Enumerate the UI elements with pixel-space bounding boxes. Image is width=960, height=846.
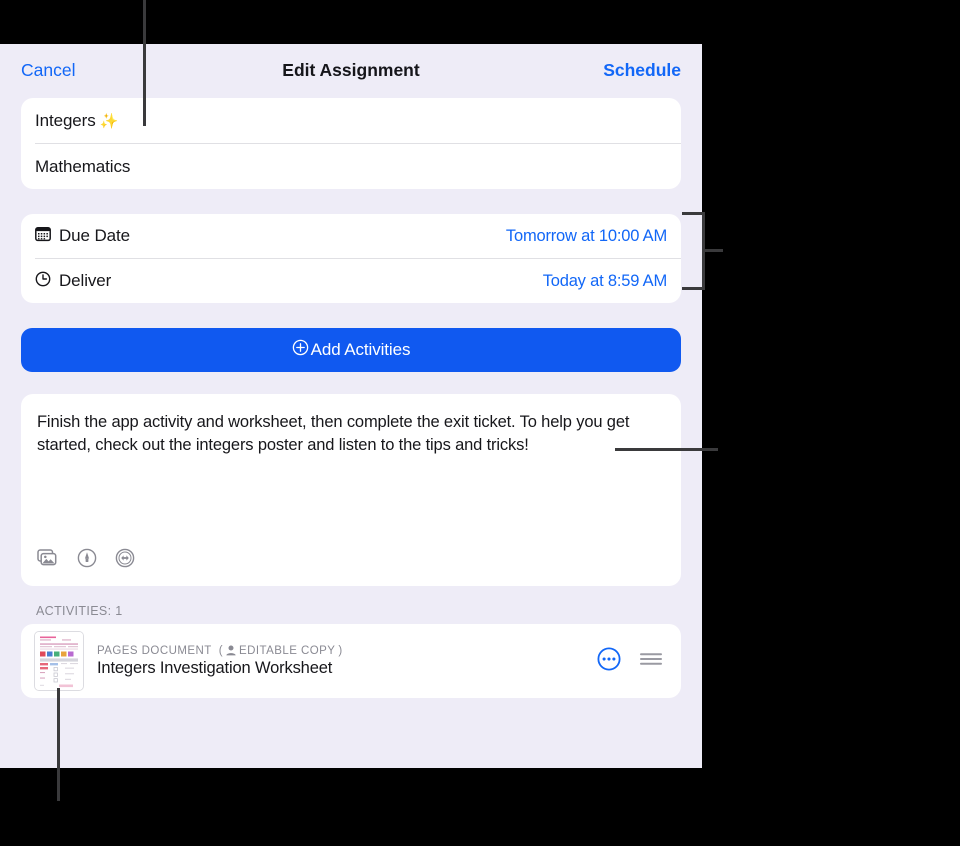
callout-line-title-field [143,0,146,126]
instructions-card[interactable]: Finish the app activity and worksheet, t… [21,394,681,586]
add-activities-button[interactable]: Add Activities [21,328,681,372]
deliver-label: Deliver [59,271,112,290]
callout-bracket-dates-bottom-arm [682,287,705,290]
due-date-row[interactable]: Due Date Tomorrow at 10:00 AM [21,214,681,258]
assignment-fields-card: Integers ✨ Mathematics [21,98,681,189]
paren-close: ) [338,644,343,657]
due-date-left-group: Due Date [35,226,130,247]
paren-open: ( [218,644,223,657]
plus-circle-icon [292,339,309,361]
instructions-text[interactable]: Finish the app activity and worksheet, t… [21,394,678,457]
photos-icon[interactable] [37,548,59,573]
deliver-value[interactable]: Today at 8:59 AM [543,272,667,291]
page-title: Edit Assignment [282,59,420,80]
activity-title: Integers Investigation Worksheet [97,658,333,677]
deliver-left-group: Deliver [35,271,111,292]
audio-icon[interactable] [115,548,135,573]
assignment-title-field[interactable]: Integers ✨ [21,98,681,143]
calendar-icon [35,226,51,247]
callout-line-instructions [615,448,718,451]
deliver-row[interactable]: Deliver Today at 8:59 AM [21,259,681,303]
editable-copy-badge: ( EDITABLE COPY ) [219,645,343,657]
reorder-handle-icon[interactable] [639,650,663,673]
cancel-button[interactable]: Cancel [21,60,75,81]
activity-actions [597,646,663,676]
assignment-subject-value: Mathematics [35,156,131,176]
due-date-label: Due Date [59,226,131,245]
assignment-dates-card: Due Date Tomorrow at 10:00 AM Deliver To… [21,214,681,303]
assignment-subject-field[interactable]: Mathematics [21,144,681,189]
editable-copy-label: EDITABLE COPY [239,644,336,657]
edit-assignment-sheet: Cancel Edit Assignment Schedule Integers… [0,44,702,768]
markup-icon[interactable] [77,548,97,573]
instructions-toolbar [37,548,135,573]
activity-details: PAGES DOCUMENT ( EDITABLE COPY ) Integer… [97,645,584,678]
callout-line-activity-thumb [57,688,60,801]
person-icon [226,645,236,656]
assignment-title-value: Integers [35,110,96,130]
activity-list-item[interactable]: PAGES DOCUMENT ( EDITABLE COPY ) Integer… [21,624,681,698]
add-activities-label: Add Activities [310,340,411,359]
activity-kind-label: PAGES DOCUMENT [97,644,212,657]
sparkles-icon: ✨ [99,112,119,130]
due-date-value[interactable]: Tomorrow at 10:00 AM [506,227,667,246]
more-circle-icon[interactable] [597,646,621,676]
callout-bracket-dates-stem [705,249,723,252]
activities-section-header: ACTIVITIES: 1 [36,604,123,618]
sheet-navigation-bar: Cancel Edit Assignment Schedule [0,44,702,96]
schedule-button[interactable]: Schedule [603,60,681,81]
clock-icon [35,271,51,292]
document-thumbnail [34,631,84,691]
callout-bracket-dates-top-arm [682,212,705,215]
activity-kind-line: PAGES DOCUMENT ( EDITABLE COPY ) [97,645,584,657]
